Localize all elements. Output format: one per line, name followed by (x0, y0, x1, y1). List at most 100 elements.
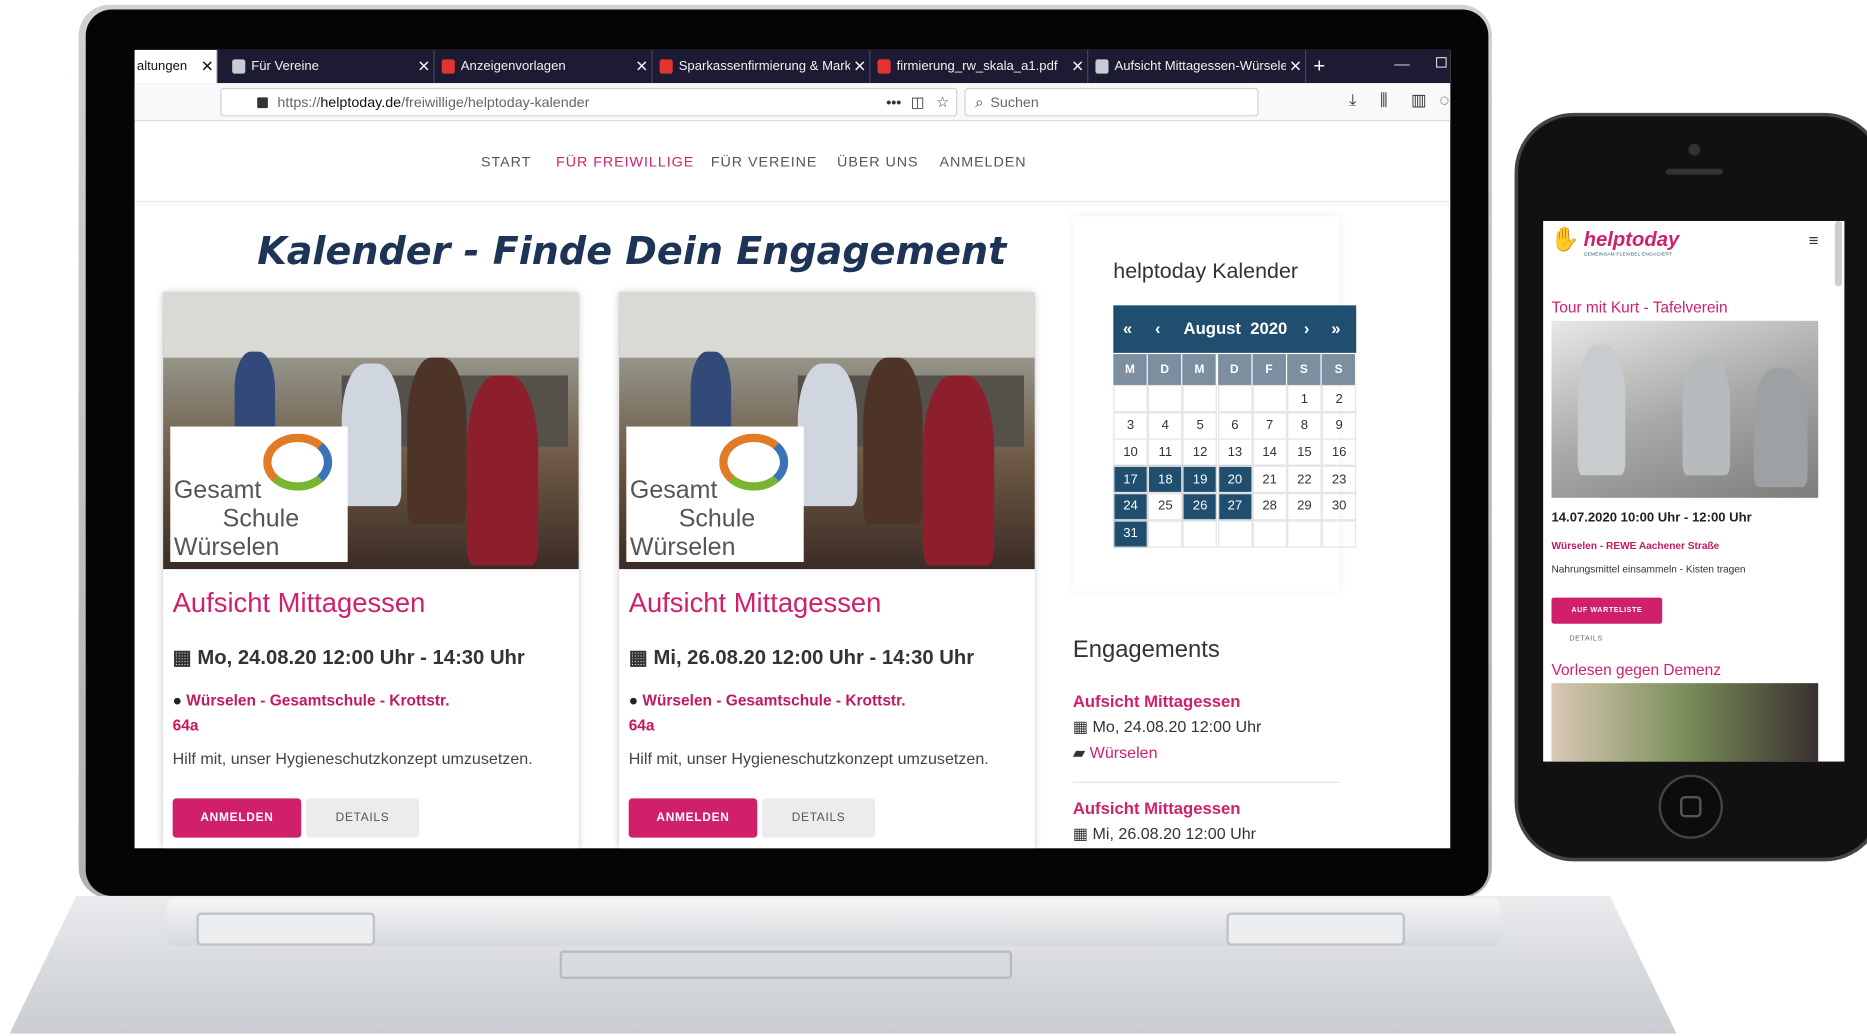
event-location[interactable]: ● Würselen - Gesamtschule - Krottstr. 64a (173, 688, 471, 738)
calendar-day[interactable]: 26 (1182, 492, 1218, 521)
calendar-day[interactable]: 29 (1287, 492, 1322, 521)
prev-year-icon[interactable]: « (1123, 318, 1132, 337)
calendar-day[interactable]: 14 (1252, 438, 1287, 467)
event-title[interactable]: Aufsicht Mittagessen (173, 587, 426, 619)
calendar-day[interactable]: 2 (1321, 384, 1357, 413)
calendar-day[interactable]: 21 (1252, 465, 1287, 494)
sidebar-icon[interactable]: ▥ (1411, 90, 1427, 110)
search-input[interactable]: ⌕ Suchen (964, 87, 1259, 117)
engagement-category[interactable]: ▰ Würselen (1073, 744, 1340, 763)
engagements-title: Engagements (1072, 636, 1220, 663)
page-actions-icon[interactable]: ••• (886, 94, 901, 111)
next-month-icon[interactable]: › (1304, 318, 1310, 337)
pocket-icon[interactable]: ◫ (911, 94, 925, 111)
logo-text: Würselen (173, 533, 280, 561)
calendar-day[interactable]: 24 (1113, 492, 1148, 521)
calendar-day[interactable]: 9 (1321, 411, 1357, 440)
nav-fuer-freiwillige[interactable]: FÜR FREIWILLIGE (556, 153, 694, 170)
account-icon[interactable]: ◌ (1440, 90, 1450, 109)
bookmark-star-icon[interactable]: ☆ (936, 94, 949, 111)
calendar-day[interactable]: 20 (1217, 465, 1253, 494)
browser-tab[interactable]: Sparkassenfirmierung & Mark ✕ (653, 49, 871, 84)
close-icon[interactable]: ✕ (414, 57, 433, 76)
anmelden-button[interactable]: ANMELDEN (172, 798, 302, 838)
calendar-day[interactable]: 31 (1113, 519, 1148, 548)
mobile-event-location[interactable]: Würselen - REWE Aachener Straße (1551, 539, 1719, 551)
browser-tab[interactable]: firmierung_rw_skala_a1.pdf ✕ (870, 49, 1089, 84)
engagement-item: Aufsicht Mittagessen ▦ Mo, 24.08.20 12:0… (1073, 691, 1340, 762)
calendar-day[interactable]: 6 (1217, 411, 1253, 440)
calendar-day[interactable]: 8 (1287, 411, 1322, 440)
nav-start[interactable]: START (481, 153, 531, 170)
calendar-day[interactable]: 18 (1148, 465, 1183, 494)
calendar-empty-cell (1252, 519, 1287, 548)
location-line: Würselen - Gesamtschule - Krottstr. (642, 691, 906, 710)
close-icon[interactable]: ✕ (632, 57, 651, 76)
restore-icon[interactable] (1435, 57, 1447, 68)
close-icon[interactable]: ✕ (1068, 57, 1087, 76)
prev-month-icon[interactable]: ‹ (1155, 318, 1161, 337)
event-location[interactable]: ● Würselen - Gesamtschule - Krottstr. 64a (629, 688, 927, 738)
close-icon[interactable]: ✕ (198, 57, 217, 76)
minimize-icon[interactable]: — (1394, 55, 1409, 73)
mobile-details-button[interactable]: DETAILS (1569, 636, 1602, 643)
photo-person (922, 375, 995, 566)
search-icon: ⌕ (975, 93, 984, 110)
map-marker-icon: ● (172, 691, 187, 710)
phone-speaker (1665, 168, 1723, 175)
engagement-title[interactable]: Aufsicht Mittagessen (1073, 798, 1340, 817)
phone-home-button[interactable] (1658, 774, 1723, 839)
calendar-day[interactable]: 28 (1252, 492, 1287, 521)
new-tab-icon[interactable]: + (1313, 55, 1325, 79)
download-icon[interactable]: ⤓ (1349, 90, 1356, 110)
calendar-day[interactable]: 16 (1321, 438, 1357, 467)
scrollbar[interactable] (1834, 220, 1843, 287)
calendar-day[interactable]: 27 (1217, 492, 1253, 521)
calendar-day[interactable]: 11 (1148, 438, 1183, 467)
details-button[interactable]: DETAILS (306, 798, 420, 838)
calendar-day[interactable]: 23 (1321, 465, 1357, 494)
library-icon[interactable]: ⫼ (1380, 90, 1388, 110)
calendar-day[interactable]: 13 (1217, 438, 1253, 467)
close-icon[interactable]: ✕ (1286, 57, 1305, 76)
nav-ueber-uns[interactable]: ÜBER UNS (837, 153, 918, 170)
hamburger-menu-icon[interactable]: ≡ (1809, 230, 1819, 249)
calendar-day[interactable]: 19 (1182, 465, 1218, 494)
calendar-day[interactable]: 17 (1113, 465, 1148, 494)
warteliste-button[interactable]: AUF WARTELISTE (1551, 597, 1663, 624)
calendar-day[interactable]: 3 (1113, 411, 1148, 440)
mobile-event-title[interactable]: Vorlesen gegen Demenz (1551, 661, 1721, 679)
mobile-event-date: 14.07.2020 10:00 Uhr - 12:00 Uhr (1551, 510, 1752, 526)
site-navigation: START FÜR FREIWILLIGE FÜR VEREINE ÜBER U… (134, 121, 1451, 202)
browser-tab[interactable]: Anzeigenvorlagen ✕ (435, 49, 653, 84)
calendar-day[interactable]: 25 (1148, 492, 1183, 521)
calendar-icon: ▦ (172, 646, 198, 669)
nav-anmelden[interactable]: ANMELDEN (939, 153, 1026, 170)
url-bar[interactable]: https:// helptoday.de /freiwillige/helpt… (220, 87, 958, 117)
calendar-day[interactable]: 12 (1182, 438, 1218, 467)
calendar-day[interactable]: 5 (1182, 411, 1218, 440)
calendar-day[interactable]: 30 (1321, 492, 1357, 521)
calendar-day[interactable]: 1 (1287, 384, 1322, 413)
calendar-day[interactable]: 22 (1287, 465, 1322, 494)
browser-tab[interactable]: altungen ✕ (134, 49, 218, 84)
mobile-event-title[interactable]: Tour mit Kurt - Tafelverein (1551, 298, 1727, 316)
engagement-title[interactable]: Aufsicht Mittagessen (1073, 691, 1340, 710)
laptop-hinge-left (196, 912, 376, 946)
calendar-day[interactable]: 10 (1113, 438, 1148, 467)
close-icon[interactable]: ✕ (850, 57, 869, 76)
logo-text: Würselen (629, 533, 736, 561)
next-year-icon[interactable]: » (1331, 318, 1340, 337)
browser-tab[interactable]: Aufsicht Mittagessen-Würseler ✕ (1088, 49, 1307, 84)
event-title[interactable]: Aufsicht Mittagessen (629, 587, 882, 619)
browser-tab[interactable]: Für Vereine ✕ (225, 49, 435, 84)
details-button[interactable]: DETAILS (762, 798, 876, 838)
calendar-day[interactable]: 15 (1287, 438, 1322, 467)
anmelden-button[interactable]: ANMELDEN (628, 798, 758, 838)
calendar-day[interactable]: 4 (1148, 411, 1183, 440)
calendar-empty-cell (1217, 384, 1253, 413)
brand-logo[interactable]: helptoday (1584, 228, 1680, 252)
map-marker-icon: ● (628, 691, 643, 710)
calendar-day[interactable]: 7 (1252, 411, 1287, 440)
nav-fuer-vereine[interactable]: FÜR VEREINE (711, 153, 818, 170)
